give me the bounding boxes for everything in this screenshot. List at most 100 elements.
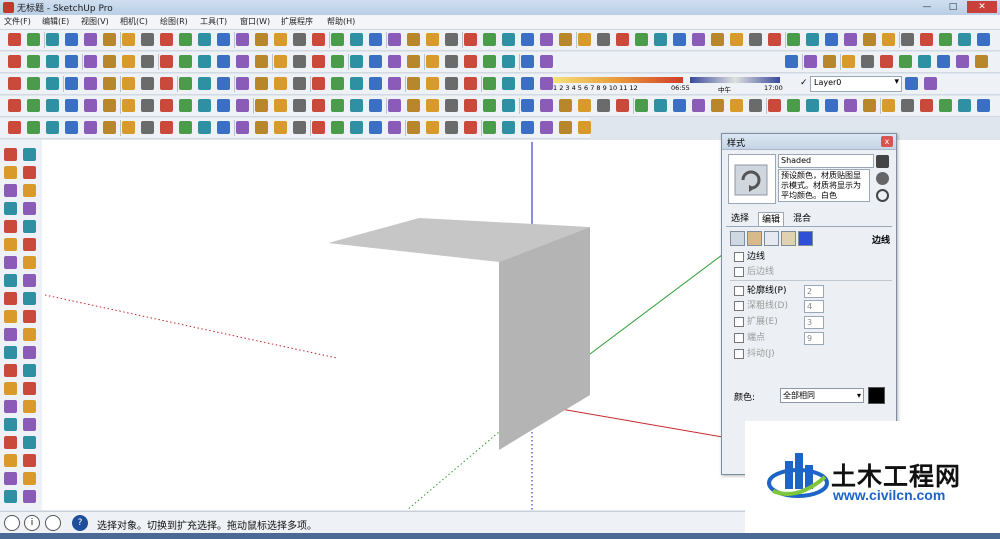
- toolbar-tool-icon[interactable]: [445, 55, 458, 68]
- tool-palette-icon[interactable]: [23, 328, 36, 341]
- toolbar-tool-icon[interactable]: [293, 121, 306, 134]
- toolbar-tool-icon[interactable]: [312, 99, 325, 112]
- toolbar-tool-icon[interactable]: [293, 33, 306, 46]
- toolbar-tool-icon[interactable]: [804, 55, 817, 68]
- option-endpoints[interactable]: 端点: [734, 331, 765, 345]
- toolbar-tool-icon[interactable]: [502, 121, 515, 134]
- toolbar-tool-icon[interactable]: [369, 55, 382, 68]
- toolbar-tool-icon[interactable]: [483, 33, 496, 46]
- toolbar-tool-icon[interactable]: [863, 33, 876, 46]
- tool-palette-icon[interactable]: [4, 382, 17, 395]
- toolbar-tool-icon[interactable]: [521, 55, 534, 68]
- toolbar-tool-icon[interactable]: [918, 55, 931, 68]
- endpoints-field[interactable]: 9: [804, 332, 824, 345]
- toolbar-tool-icon[interactable]: [578, 121, 591, 134]
- toolbar-tool-icon[interactable]: [179, 33, 192, 46]
- toolbar-tool-icon[interactable]: [312, 77, 325, 90]
- help-icon[interactable]: ?: [72, 515, 88, 531]
- tool-palette-icon[interactable]: [4, 166, 17, 179]
- tab-edit[interactable]: 编辑: [758, 212, 785, 227]
- toolbar-tool-icon[interactable]: [388, 55, 401, 68]
- toolbar-tool-icon[interactable]: [426, 33, 439, 46]
- watermark-settings-icon[interactable]: [781, 231, 796, 246]
- toolbar-tool-icon[interactable]: [274, 55, 287, 68]
- toolbar-tool-icon[interactable]: [103, 121, 116, 134]
- toolbar-tool-icon[interactable]: [464, 99, 477, 112]
- toolbar-tool-icon[interactable]: [559, 33, 572, 46]
- toolbar-tool-icon[interactable]: [84, 121, 97, 134]
- toolbar-tool-icon[interactable]: [673, 99, 686, 112]
- style-thumbnail[interactable]: [728, 154, 776, 204]
- toolbar-tool-icon[interactable]: [521, 99, 534, 112]
- toolbar-tool-icon[interactable]: [540, 55, 553, 68]
- toolbar-tool-icon[interactable]: [654, 99, 667, 112]
- menu-window[interactable]: 窗口(W): [240, 16, 270, 27]
- tool-palette-icon[interactable]: [4, 238, 17, 251]
- toolbar-tool-icon[interactable]: [331, 33, 344, 46]
- option-back-edges[interactable]: 后边线: [734, 265, 774, 279]
- toolbar-tool-icon[interactable]: [27, 99, 40, 112]
- toolbar-tool-icon[interactable]: [806, 33, 819, 46]
- toolbar-tool-icon[interactable]: [635, 33, 648, 46]
- toolbar-tool-icon[interactable]: [350, 121, 363, 134]
- tool-palette-icon[interactable]: [4, 202, 17, 215]
- checkbox[interactable]: [734, 251, 744, 262]
- toolbar-tool-icon[interactable]: [844, 33, 857, 46]
- toolbar-tool-icon[interactable]: [388, 99, 401, 112]
- toolbar-tool-icon[interactable]: [141, 55, 154, 68]
- toolbar-tool-icon[interactable]: [65, 99, 78, 112]
- toolbar-tool-icon[interactable]: [350, 55, 363, 68]
- tool-palette-icon[interactable]: [4, 310, 17, 323]
- tool-palette-icon[interactable]: [23, 382, 36, 395]
- toolbar-tool-icon[interactable]: [842, 55, 855, 68]
- toolbar-tool-icon[interactable]: [905, 77, 918, 90]
- toolbar-tool-icon[interactable]: [198, 77, 211, 90]
- toolbar-tool-icon[interactable]: [46, 121, 59, 134]
- edge-color-dropdown[interactable]: 全部相同 ▾: [780, 388, 864, 403]
- toolbar-tool-icon[interactable]: [559, 99, 572, 112]
- maximize-button[interactable]: □: [941, 1, 965, 13]
- toolbar-tool-icon[interactable]: [956, 55, 969, 68]
- toolbar-tool-icon[interactable]: [198, 121, 211, 134]
- toolbar-tool-icon[interactable]: [8, 77, 21, 90]
- toolbar-tool-icon[interactable]: [502, 55, 515, 68]
- option-depth-cue[interactable]: 深粗线(D): [734, 299, 788, 313]
- menu-help[interactable]: 帮助(H): [327, 16, 355, 27]
- toolbar-tool-icon[interactable]: [920, 33, 933, 46]
- toolbar-tool-icon[interactable]: [426, 55, 439, 68]
- toolbar-tool-icon[interactable]: [46, 99, 59, 112]
- tool-palette-icon[interactable]: [23, 454, 36, 467]
- toolbar-tool-icon[interactable]: [103, 55, 116, 68]
- depth-cue-field[interactable]: 4: [804, 300, 824, 313]
- toolbar-tool-icon[interactable]: [8, 99, 21, 112]
- toolbar-tool-icon[interactable]: [937, 55, 950, 68]
- toolbar-tool-icon[interactable]: [179, 55, 192, 68]
- tool-palette-icon[interactable]: [23, 184, 36, 197]
- tool-palette-icon[interactable]: [4, 256, 17, 269]
- toolbar-tool-icon[interactable]: [502, 99, 515, 112]
- toolbar-tool-icon[interactable]: [255, 99, 268, 112]
- tab-mix[interactable]: 混合: [790, 212, 814, 226]
- toolbar-tool-icon[interactable]: [84, 55, 97, 68]
- toolbar-tool-icon[interactable]: [331, 55, 344, 68]
- toolbar-tool-icon[interactable]: [483, 77, 496, 90]
- shadow-month-slider[interactable]: [553, 77, 683, 83]
- background-settings-icon[interactable]: [764, 231, 779, 246]
- toolbar-tool-icon[interactable]: [103, 99, 116, 112]
- toolbar-tool-icon[interactable]: [27, 55, 40, 68]
- menu-camera[interactable]: 相机(C): [120, 16, 148, 27]
- toolbar-tool-icon[interactable]: [27, 121, 40, 134]
- toolbar-tool-icon[interactable]: [160, 77, 173, 90]
- toolbar-tool-icon[interactable]: [122, 33, 135, 46]
- toolbar-tool-icon[interactable]: [8, 55, 21, 68]
- geolocation-icon[interactable]: [4, 515, 20, 531]
- toolbar-tool-icon[interactable]: [236, 99, 249, 112]
- tool-palette-icon[interactable]: [4, 184, 17, 197]
- toolbar-tool-icon[interactable]: [616, 33, 629, 46]
- toolbar-tool-icon[interactable]: [65, 55, 78, 68]
- toolbar-tool-icon[interactable]: [958, 33, 971, 46]
- toolbar-tool-icon[interactable]: [692, 33, 705, 46]
- toolbar-tool-icon[interactable]: [350, 99, 363, 112]
- tool-palette-icon[interactable]: [4, 472, 17, 485]
- toolbar-tool-icon[interactable]: [445, 121, 458, 134]
